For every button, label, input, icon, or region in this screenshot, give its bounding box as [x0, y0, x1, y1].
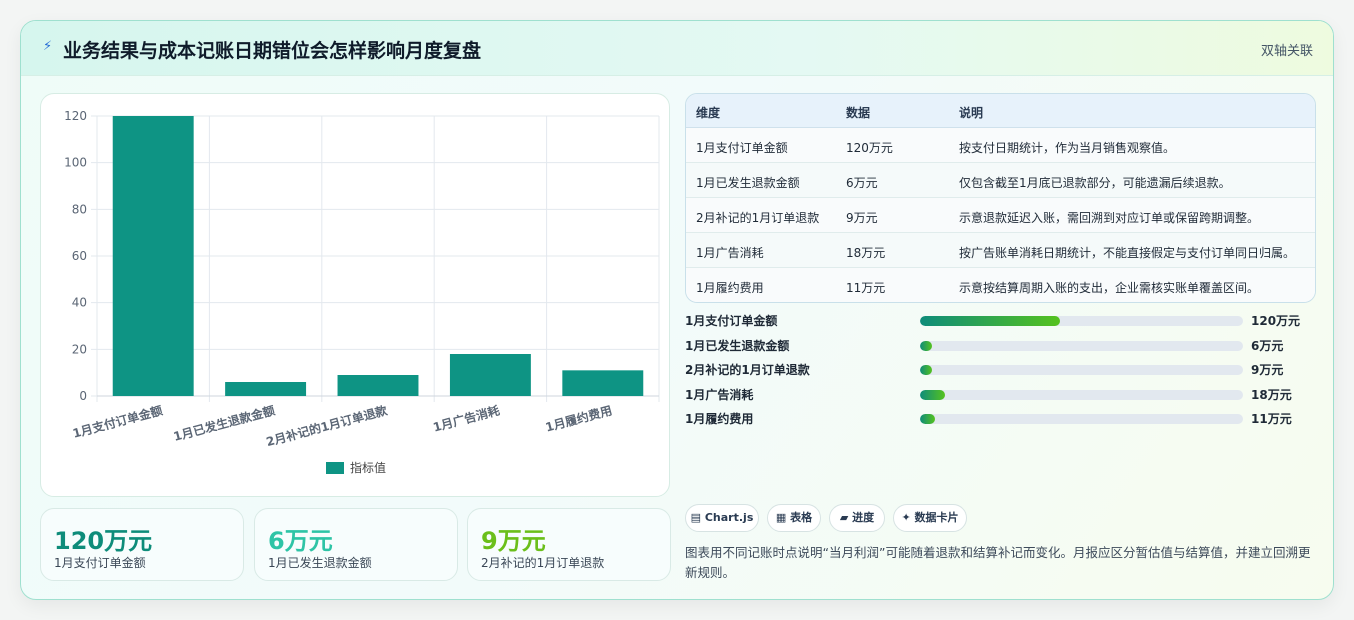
- tag-label: 表格: [790, 511, 813, 524]
- column-header: 说明: [959, 106, 984, 120]
- progress-row: 1月已发生退款金额 6万元: [685, 336, 1325, 356]
- table-cell: 1月已发生退款金额: [696, 176, 800, 190]
- table-cell: 18万元: [846, 246, 886, 260]
- card-header: ⚡ 业务结果与成本记账日期错位会怎样影响月度复盘 双轴关联: [21, 21, 1333, 76]
- legend-swatch: [326, 462, 344, 474]
- tag-label: 进度: [852, 511, 875, 524]
- progress-row: 1月履约费用 11万元: [685, 409, 1325, 429]
- page-title: 业务结果与成本记账日期错位会怎样影响月度复盘: [63, 40, 482, 62]
- y-tick-label: 100: [64, 156, 87, 170]
- tag-chartjs[interactable]: ▤ Chart.js: [685, 504, 759, 532]
- bar: [225, 382, 307, 396]
- x-tick-label: 2月补记的1月订单退款: [264, 402, 389, 449]
- progress-track: [920, 340, 1243, 351]
- progress-row: 1月支付订单金额 120万元: [685, 311, 1325, 331]
- header-badge: 双轴关联: [1260, 44, 1313, 59]
- progress-label: 1月已发生退款金额: [685, 338, 790, 353]
- tag-data-card[interactable]: ✦ 数据卡片: [893, 504, 967, 532]
- table-cell: 示意退款延迟入账，需回溯到对应订单或保留跨期调整。: [959, 211, 1260, 225]
- table-cell: 2月补记的1月订单退款: [696, 211, 820, 225]
- x-tick-label: 1月已发生退款金额: [172, 402, 277, 443]
- kpi-value: 120万元: [54, 527, 153, 555]
- table-cell: 6万元: [846, 176, 878, 190]
- table-cell: 9万元: [846, 211, 878, 225]
- x-tick-label: 1月广告消耗: [431, 402, 501, 434]
- progress-track: [920, 365, 1243, 376]
- table-row: 2月补记的1月订单退款 9万元 示意退款延迟入账，需回溯到对应订单或保留跨期调整。: [686, 198, 1315, 233]
- progress-value: 9万元: [1251, 363, 1284, 378]
- bar-chart-panel: 0 20 40 60 80 100 120 1月支付订单金额 1月已发生退款金额 2月补记的1月订…: [40, 93, 670, 497]
- progress-track: [920, 316, 1243, 326]
- bar: [337, 375, 419, 396]
- bar: [562, 370, 644, 396]
- kpi-label: 2月补记的1月订单退款: [481, 556, 605, 570]
- table-row: 1月支付订单金额 120万元 按支付日期统计，作为当月销售观察值。: [686, 128, 1315, 163]
- progress-row: 2月补记的1月订单退款 9万元: [685, 360, 1325, 380]
- table-cell: 示意按结算周期入账的支出，企业需核实账单覆盖区间。: [959, 281, 1260, 295]
- table-row: 1月已发生退款金额 6万元 仅包含截至1月底已退款部分，可能遗漏后续退款。: [686, 163, 1315, 198]
- tag-label: Chart.js: [704, 511, 754, 524]
- table-cell: 1月履约费用: [696, 281, 764, 295]
- progress-track: [920, 389, 1243, 400]
- progress-fill: [920, 414, 935, 425]
- tag-label: 数据卡片: [914, 511, 959, 524]
- kpi-value: 9万元: [481, 527, 546, 555]
- x-tick-label: 1月履约费用: [544, 402, 614, 434]
- progress-fill: [920, 316, 1060, 326]
- y-tick-label: 120: [64, 109, 87, 123]
- x-tick-label: 1月支付订单金额: [71, 402, 164, 440]
- kpi-value: 6万元: [268, 527, 333, 555]
- bar: [449, 354, 531, 396]
- table-cell: 11万元: [846, 281, 886, 295]
- sparkle-icon: ✦: [901, 511, 911, 524]
- progress-track: [920, 414, 1243, 425]
- kpi-label: 1月已发生退款金额: [268, 556, 372, 570]
- y-tick-label: 80: [72, 202, 87, 216]
- report-card: ⚡ 业务结果与成本记账日期错位会怎样影响月度复盘 双轴关联 0 20 40 60 80 1…: [20, 20, 1334, 600]
- footnote: 图表用不同记账时点说明“当月利润”可能随着退款和结算补记而变化。月报应区分暂估值…: [685, 545, 1311, 580]
- table-cell: 120万元: [846, 141, 893, 155]
- kpi-label: 1月支付订单金额: [54, 556, 146, 570]
- progress-value: 120万元: [1251, 314, 1301, 328]
- column-header: 数据: [846, 106, 871, 120]
- y-tick-label: 60: [72, 249, 87, 263]
- table-body: 1月支付订单金额 120万元 按支付日期统计，作为当月销售观察值。 1月已发生退款金额…: [686, 128, 1315, 302]
- progress-fill: [920, 365, 932, 376]
- progress-value: 11万元: [1251, 412, 1292, 427]
- bar-chart: 0 20 40 60 80 100 120 1月支付订单金额 1月已发生退款金额2月补记的1月订…: [64, 109, 660, 475]
- table-cell: 按支付日期统计，作为当月销售观察值。: [959, 141, 1176, 155]
- table-row: 1月广告消耗 18万元 按广告账单消耗日期统计，不能直接假定与支付订单同日归属。: [686, 233, 1315, 268]
- column-header: 维度: [696, 106, 721, 120]
- chart-icon: ▤: [690, 511, 702, 524]
- progress-label: 1月履约费用: [685, 412, 754, 427]
- data-table: 维度 数据 说明 1月支付订单金额 120万元 按支付日期统计，作为当月销售观察值。…: [685, 93, 1316, 303]
- bar: [112, 116, 194, 396]
- legend-label: 指标值: [350, 460, 386, 475]
- progress-label: 1月支付订单金额: [685, 314, 778, 328]
- y-tick-label: 40: [72, 296, 87, 310]
- table-cell: 按广告账单消耗日期统计，不能直接假定与支付订单同日归属。: [959, 246, 1296, 260]
- y-tick-label: 0: [79, 389, 87, 403]
- progress-row: 1月广告消耗 18万元: [685, 385, 1325, 405]
- table-cell: 1月支付订单金额: [696, 141, 788, 155]
- progress-fill: [920, 340, 932, 351]
- tag-table[interactable]: ▦ 表格: [767, 504, 821, 532]
- tag-progress[interactable]: ▰ 进度: [829, 504, 885, 532]
- table-icon: ▦: [775, 511, 787, 524]
- table-cell: 仅包含截至1月底已退款部分，可能遗漏后续退款。: [959, 176, 1231, 190]
- progress-label: 2月补记的1月订单退款: [685, 363, 810, 378]
- table-row: 1月履约费用 11万元 示意按结算周期入账的支出，企业需核实账单覆盖区间。: [686, 268, 1315, 302]
- lightning-icon: ⚡: [43, 39, 53, 54]
- table-cell: 1月广告消耗: [696, 246, 764, 260]
- progress-value: 18万元: [1251, 387, 1292, 402]
- table-header: 维度 数据 说明: [686, 94, 1315, 128]
- y-tick-label: 20: [72, 342, 87, 356]
- kpi-card: 120万元 1月支付订单金额: [40, 508, 244, 581]
- progress-label: 1月广告消耗: [685, 387, 754, 402]
- kpi-card: 6万元 1月已发生退款金额: [254, 508, 458, 581]
- progress-icon: ▰: [839, 511, 849, 524]
- progress-fill: [920, 389, 945, 400]
- kpi-card: 9万元 2月补记的1月订单退款: [467, 508, 671, 581]
- progress-value: 6万元: [1251, 338, 1284, 353]
